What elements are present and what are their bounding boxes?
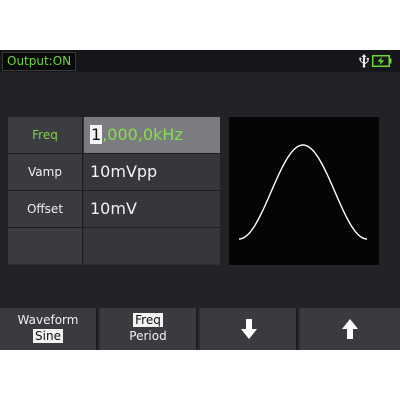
waveform-selected-option: Sine (33, 329, 63, 343)
sine-wave-trace (238, 144, 368, 240)
parameter-table: Freq 1,000,0kHz Vamp 10mVpp Offset 10mV (8, 117, 220, 265)
usb-icon (359, 54, 369, 68)
freq-value-text: ,000,0kHz (102, 125, 183, 144)
empty-value-field (84, 228, 220, 264)
status-bar: Output:ON (0, 50, 400, 72)
offset-value-field[interactable]: 10mV (84, 191, 220, 227)
up-softkey[interactable] (300, 308, 400, 350)
softkey-bar: Waveform Sine Freq Period (0, 308, 400, 350)
arrow-down-icon (241, 319, 257, 339)
sine-wave-graph (238, 144, 368, 240)
waveform-softkey-label: Waveform (17, 313, 79, 327)
offset-label[interactable]: Offset (8, 191, 83, 227)
edit-cursor-digit: 1 (90, 125, 103, 144)
down-softkey[interactable] (200, 308, 298, 350)
waveform-preview (229, 117, 379, 265)
vamp-value-field[interactable]: 10mVpp (84, 154, 220, 190)
param-row-empty (8, 228, 220, 264)
waveform-softkey[interactable]: Waveform Sine (0, 308, 98, 350)
output-status-indicator: Output:ON (2, 52, 77, 71)
freq-label[interactable]: Freq (8, 117, 83, 153)
freq-option-selected: Freq (133, 313, 163, 327)
param-row-offset[interactable]: Offset 10mV (8, 191, 220, 227)
period-option: Period (129, 329, 167, 343)
device-screen: Output:ON Freq 1,000,0kHz Vamp 10mVpp Of… (0, 50, 400, 350)
battery-charging-icon (372, 55, 392, 67)
param-row-vamp[interactable]: Vamp 10mVpp (8, 154, 220, 190)
arrow-up-icon (342, 319, 358, 339)
empty-label (8, 228, 83, 264)
freq-value-field[interactable]: 1,000,0kHz (84, 117, 220, 153)
vamp-label[interactable]: Vamp (8, 154, 83, 190)
param-row-freq[interactable]: Freq 1,000,0kHz (8, 117, 220, 153)
freq-period-softkey[interactable]: Freq Period (100, 308, 198, 350)
